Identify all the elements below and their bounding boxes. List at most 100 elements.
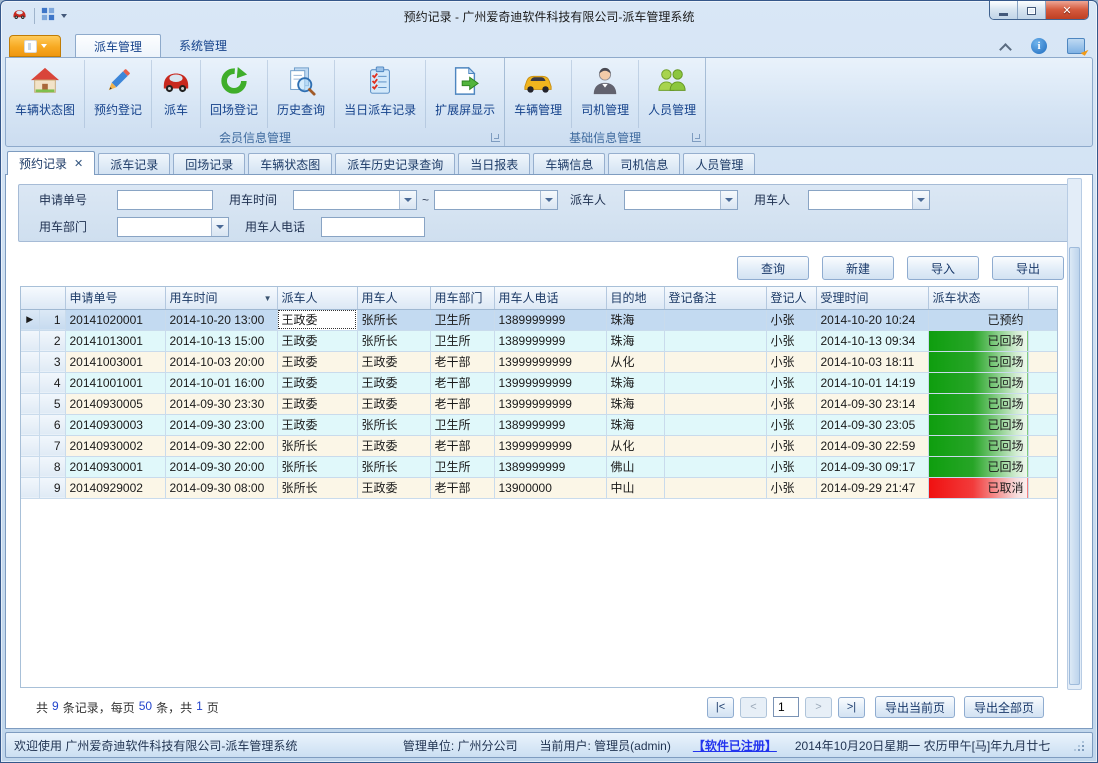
page-number-input[interactable] xyxy=(773,697,799,717)
cell-user[interactable]: 张所长 xyxy=(357,330,430,351)
cell-phone[interactable]: 1389999999 xyxy=(494,414,606,435)
cell-registrar[interactable]: 小张 xyxy=(766,477,816,498)
dialog-launcher-icon[interactable] xyxy=(692,133,701,142)
scrollbar-thumb[interactable] xyxy=(1069,247,1080,685)
cell-user[interactable]: 王政委 xyxy=(357,351,430,372)
column-header-use_time[interactable]: 用车时间▼ xyxy=(165,287,277,309)
query-button[interactable]: 查询 xyxy=(737,256,809,280)
row-number[interactable]: 4 xyxy=(39,372,65,393)
cell-phone[interactable]: 13999999999 xyxy=(494,372,606,393)
cell-use_time[interactable]: 2014-09-30 23:30 xyxy=(165,393,277,414)
cell-phone[interactable]: 1389999999 xyxy=(494,456,606,477)
cell-dispatcher[interactable]: 张所长 xyxy=(277,435,357,456)
cell-status[interactable]: 已回场 xyxy=(928,414,1028,435)
cell-dept[interactable]: 老干部 xyxy=(430,477,494,498)
combo-arrow-button[interactable] xyxy=(540,191,557,209)
cell-accept_time[interactable]: 2014-09-30 23:05 xyxy=(816,414,928,435)
cell-registrar[interactable]: 小张 xyxy=(766,372,816,393)
row-number[interactable]: 9 xyxy=(39,477,65,498)
combo-arrow-button[interactable] xyxy=(399,191,416,209)
dialog-launcher-icon[interactable] xyxy=(491,133,500,142)
cell-status[interactable]: 已取消 xyxy=(928,477,1028,498)
column-header-user[interactable]: 用车人 xyxy=(357,287,430,309)
cell-accept_time[interactable]: 2014-10-03 18:11 xyxy=(816,351,928,372)
column-header-phone[interactable]: 用车人电话 xyxy=(494,287,606,309)
cell-user[interactable]: 王政委 xyxy=(357,393,430,414)
cell-dest[interactable]: 佛山 xyxy=(606,456,664,477)
row-number[interactable]: 1 xyxy=(39,309,65,330)
cell-dispatcher[interactable]: 王政委 xyxy=(277,372,357,393)
cell-registrar[interactable]: 小张 xyxy=(766,435,816,456)
cell-status[interactable]: 已回场 xyxy=(928,456,1028,477)
cell-dispatcher[interactable]: 张所长 xyxy=(277,456,357,477)
column-header-registrar[interactable]: 登记人 xyxy=(766,287,816,309)
table-row[interactable]: 8201409300012014-09-30 20:00张所长张所长卫生所138… xyxy=(21,456,1058,477)
cell-remark[interactable] xyxy=(664,477,766,498)
column-header-dest[interactable]: 目的地 xyxy=(606,287,664,309)
cell-dept[interactable]: 老干部 xyxy=(430,393,494,414)
cell-dept[interactable]: 老干部 xyxy=(430,351,494,372)
cell-phone[interactable]: 13999999999 xyxy=(494,351,606,372)
cell-apply_no[interactable]: 20140930003 xyxy=(65,414,165,435)
resize-grip-icon[interactable] xyxy=(1072,739,1084,751)
table-row[interactable]: 3201410030012014-10-03 20:00王政委王政委老干部139… xyxy=(21,351,1058,372)
table-row[interactable]: ▶1201410200012014-10-20 13:00王政委张所长卫生所13… xyxy=(21,309,1058,330)
ribbon-button-vehicle-status-map[interactable]: 车辆状态图 xyxy=(6,60,85,128)
apply-no-input[interactable] xyxy=(117,190,213,210)
cell-dispatcher[interactable]: 王政委 xyxy=(277,330,357,351)
cell-remark[interactable] xyxy=(664,435,766,456)
tab-vehicle-info[interactable]: 车辆信息 xyxy=(533,153,605,175)
cell-status[interactable]: 已预约 xyxy=(928,309,1028,330)
cell-remark[interactable] xyxy=(664,393,766,414)
cell-user[interactable]: 张所长 xyxy=(357,309,430,330)
combo-arrow-button[interactable] xyxy=(720,191,737,209)
cell-user[interactable]: 张所长 xyxy=(357,414,430,435)
license-link[interactable]: 【软件已注册】 xyxy=(693,737,777,754)
cell-dispatcher[interactable]: 王政委 xyxy=(277,309,357,330)
cell-user[interactable]: 王政委 xyxy=(357,477,430,498)
cell-registrar[interactable]: 小张 xyxy=(766,414,816,435)
next-page-button[interactable]: > xyxy=(805,697,832,718)
ribbon-tab-dispatch[interactable]: 派车管理 xyxy=(75,34,161,57)
cell-phone[interactable]: 13999999999 xyxy=(494,435,606,456)
export-all-pages-button[interactable]: 导出全部页 xyxy=(964,696,1044,718)
cell-apply_no[interactable]: 20141001001 xyxy=(65,372,165,393)
cell-dispatcher[interactable]: 王政委 xyxy=(277,393,357,414)
ribbon-tab-system[interactable]: 系统管理 xyxy=(161,34,245,57)
new-button[interactable]: 新建 xyxy=(822,256,894,280)
cell-dest[interactable]: 珠海 xyxy=(606,372,664,393)
tab-vehicle-status-map[interactable]: 车辆状态图 xyxy=(248,153,332,175)
use-time-to-combo[interactable] xyxy=(434,190,558,210)
cell-remark[interactable] xyxy=(664,414,766,435)
collapse-ribbon-chevron-icon[interactable] xyxy=(1001,43,1011,49)
ribbon-button-vehicle-management[interactable]: 车辆管理 xyxy=(505,60,572,128)
column-header-apply_no[interactable]: 申请单号 xyxy=(65,287,165,309)
row-number[interactable]: 6 xyxy=(39,414,65,435)
last-page-button[interactable]: >| xyxy=(838,697,865,718)
cell-remark[interactable] xyxy=(664,372,766,393)
cell-apply_no[interactable]: 20141013001 xyxy=(65,330,165,351)
ribbon-button-dispatch[interactable]: 派车 xyxy=(152,60,201,128)
cell-registrar[interactable]: 小张 xyxy=(766,393,816,414)
cell-dept[interactable]: 老干部 xyxy=(430,435,494,456)
cell-dest[interactable]: 珠海 xyxy=(606,309,664,330)
cell-dept[interactable]: 卫生所 xyxy=(430,330,494,351)
column-header-remark[interactable]: 登记备注 xyxy=(664,287,766,309)
ribbon-button-driver-management[interactable]: 司机管理 xyxy=(572,60,639,128)
cell-remark[interactable] xyxy=(664,330,766,351)
ribbon-button-history-query[interactable]: 历史查询 xyxy=(268,60,335,128)
tab-reservation-records[interactable]: 预约记录 ✕ xyxy=(7,151,95,175)
tab-return-records[interactable]: 回场记录 xyxy=(173,153,245,175)
cell-apply_no[interactable]: 20140930001 xyxy=(65,456,165,477)
cell-dest[interactable]: 珠海 xyxy=(606,414,664,435)
cell-user[interactable]: 张所长 xyxy=(357,456,430,477)
ribbon-button-today-dispatch-records[interactable]: 当日派车记录 xyxy=(335,60,426,128)
export-current-page-button[interactable]: 导出当前页 xyxy=(875,696,955,718)
close-button[interactable]: ✕ xyxy=(1046,1,1088,20)
cell-use_time[interactable]: 2014-10-03 20:00 xyxy=(165,351,277,372)
column-header-accept_time[interactable]: 受理时间 xyxy=(816,287,928,309)
cell-status[interactable]: 已回场 xyxy=(928,435,1028,456)
combo-arrow-button[interactable] xyxy=(211,218,228,236)
ribbon-button-reservation[interactable]: 预约登记 xyxy=(85,60,152,128)
cell-remark[interactable] xyxy=(664,351,766,372)
